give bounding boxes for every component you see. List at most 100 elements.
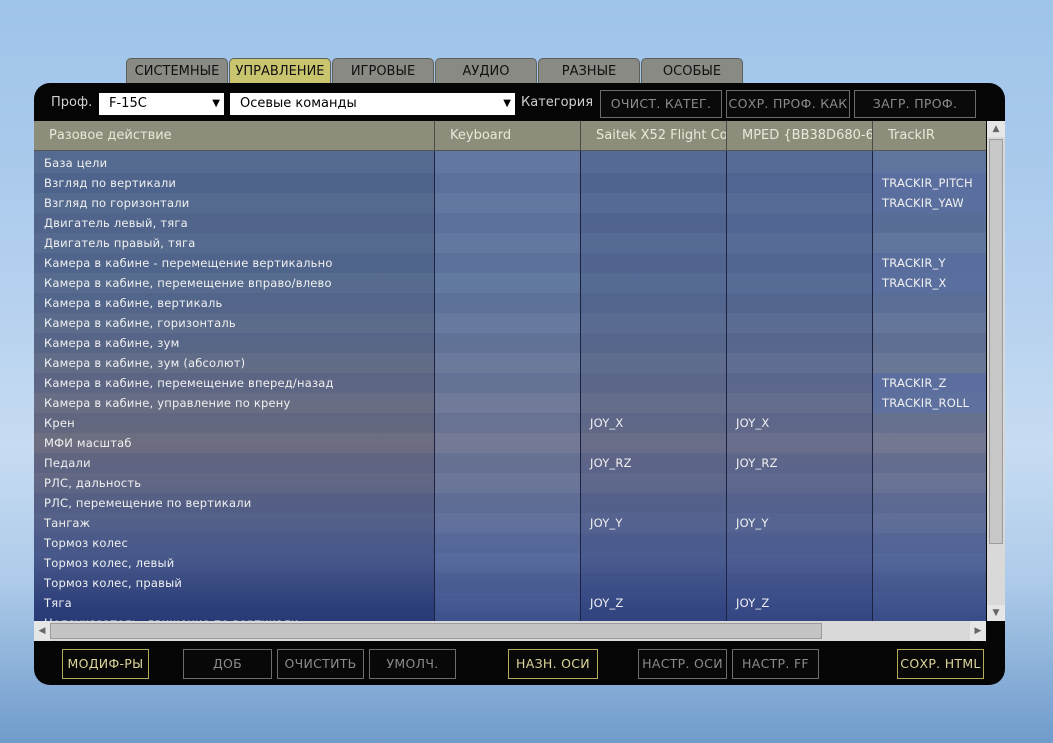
trackir-cell[interactable]: TRACKIR_X xyxy=(882,276,947,290)
trackir-cell[interactable]: TRACKIR_PITCH xyxy=(882,176,973,190)
table-row[interactable]: Тяга JOY_Z JOY_Z xyxy=(34,593,986,613)
table-row[interactable]: Камера в кабине, зум (абсолют) xyxy=(34,353,986,373)
tab-system[interactable]: СИСТЕМНЫЕ xyxy=(126,58,228,84)
tab-special[interactable]: ОСОБЫЕ xyxy=(641,58,743,84)
table-row[interactable]: Камера в кабине, перемещение вперед/наза… xyxy=(34,373,986,393)
action-cell[interactable]: Педали xyxy=(44,456,91,470)
column-header-saitek[interactable]: Saitek X52 Flight Co xyxy=(596,128,726,143)
table-row[interactable]: РЛС, перемещение по вертикали xyxy=(34,493,986,513)
ff-tune-button[interactable]: НАСТР. FF xyxy=(732,649,819,679)
table-row[interactable]: Тормоз колес, правый xyxy=(34,573,986,593)
action-cell[interactable]: Камера в кабине, вертикаль xyxy=(44,296,223,310)
vertical-scrollbar[interactable]: ▲ ▼ xyxy=(987,121,1005,621)
clear-button[interactable]: ОЧИСТИТЬ xyxy=(277,649,364,679)
saitek-cell[interactable]: JOY_Z xyxy=(590,596,623,610)
trackir-cell[interactable]: TRACKIR_Y xyxy=(882,256,946,270)
mped-cell[interactable]: JOY_Y xyxy=(736,516,769,530)
column-divider xyxy=(872,151,873,621)
category-select[interactable]: Осевые команды ▼ xyxy=(230,93,515,115)
mped-cell[interactable]: JOY_X xyxy=(736,416,769,430)
table-row[interactable]: Двигатель правый, тяга xyxy=(34,233,986,253)
action-cell[interactable]: Взгляд по вертикали xyxy=(44,176,176,190)
action-cell[interactable]: Тормоз колес xyxy=(44,536,128,550)
action-cell[interactable]: Взгляд по горизонтали xyxy=(44,196,189,210)
column-header-action[interactable]: Разовое действие xyxy=(49,128,429,143)
action-cell[interactable]: РЛС, перемещение по вертикали xyxy=(44,496,251,510)
action-cell[interactable]: База цели xyxy=(44,156,107,170)
action-cell[interactable]: Камера в кабине, перемещение вправо/влев… xyxy=(44,276,332,290)
action-cell[interactable]: Камера в кабине, зум xyxy=(44,336,179,350)
action-cell[interactable]: Крен xyxy=(44,416,75,430)
table-row[interactable]: Целеуказатель, движение по вертикали xyxy=(34,613,986,621)
action-cell[interactable]: МФИ масштаб xyxy=(44,436,132,450)
chevron-down-icon: ▼ xyxy=(212,98,220,109)
mped-cell[interactable]: JOY_RZ xyxy=(736,456,778,470)
horizontal-scrollbar[interactable]: ◀ ▶ xyxy=(34,621,986,641)
table-row[interactable]: Камера в кабине, горизонталь xyxy=(34,313,986,333)
table-row[interactable]: Двигатель левый, тяга xyxy=(34,213,986,233)
action-cell[interactable]: РЛС, дальность xyxy=(44,476,141,490)
table-row[interactable]: МФИ масштаб xyxy=(34,433,986,453)
action-cell[interactable]: Двигатель левый, тяга xyxy=(44,216,188,230)
table-row[interactable]: Тангаж JOY_Y JOY_Y xyxy=(34,513,986,533)
scroll-up-icon[interactable]: ▲ xyxy=(987,121,1005,137)
trackir-cell[interactable]: TRACKIR_YAW xyxy=(882,196,964,210)
tab-bar: СИСТЕМНЫЕ УПРАВЛЕНИЕ ИГРОВЫЕ АУДИО РАЗНЫ… xyxy=(126,58,743,84)
default-button[interactable]: УМОЛЧ. xyxy=(369,649,456,679)
tab-audio[interactable]: АУДИО xyxy=(435,58,537,84)
saitek-cell[interactable]: JOY_Y xyxy=(590,516,623,530)
table-row[interactable]: Взгляд по вертикали TRACKIR_PITCH xyxy=(34,173,986,193)
tab-gameplay[interactable]: ИГРОВЫЕ xyxy=(332,58,434,84)
saitek-cell[interactable]: JOY_X xyxy=(590,416,623,430)
trackir-cell[interactable]: TRACKIR_ROLL xyxy=(882,396,969,410)
table-row[interactable]: РЛС, дальность xyxy=(34,473,986,493)
toolbar: Проф. F-15C ▼ Осевые команды ▼ Категория… xyxy=(34,83,1005,121)
column-divider xyxy=(726,151,727,621)
action-cell[interactable]: Двигатель правый, тяга xyxy=(44,236,196,250)
action-cell[interactable]: Камера в кабине, управление по крену xyxy=(44,396,291,410)
table-row[interactable]: Камера в кабине, перемещение вправо/влев… xyxy=(34,273,986,293)
table-row[interactable]: База цели xyxy=(34,153,986,173)
action-cell[interactable]: Камера в кабине, перемещение вперед/наза… xyxy=(44,376,334,390)
modifiers-button[interactable]: МОДИФ-РЫ xyxy=(62,649,149,679)
axis-tune-button[interactable]: НАСТР. ОСИ xyxy=(638,649,727,679)
table-body: База цели Взгляд по вертикали TRACKIR_PITC… xyxy=(34,151,986,621)
table-row[interactable]: Педали JOY_RZ JOY_RZ xyxy=(34,453,986,473)
tab-controls[interactable]: УПРАВЛЕНИЕ xyxy=(229,58,331,84)
column-header-mped[interactable]: MPED {BB38D680-6 xyxy=(742,128,872,143)
vertical-scroll-thumb[interactable] xyxy=(989,139,1003,544)
scroll-right-icon[interactable]: ▶ xyxy=(970,621,986,641)
scroll-left-icon[interactable]: ◀ xyxy=(34,621,50,641)
horizontal-scroll-thumb[interactable] xyxy=(50,623,822,639)
load-profile-button[interactable]: ЗАГР. ПРОФ. xyxy=(854,90,976,118)
mped-cell[interactable]: JOY_Z xyxy=(736,596,769,610)
action-cell[interactable]: Тяга xyxy=(44,596,72,610)
action-cell[interactable]: Тормоз колес, правый xyxy=(44,576,182,590)
action-cell[interactable]: Камера в кабине - перемещение вертикальн… xyxy=(44,256,333,270)
trackir-cell[interactable]: TRACKIR_Z xyxy=(882,376,947,390)
add-button[interactable]: ДОБ xyxy=(183,649,272,679)
clear-category-button[interactable]: ОЧИСТ. КАТЕГ. xyxy=(600,90,722,118)
table-row[interactable]: Крен JOY_X JOY_X xyxy=(34,413,986,433)
tab-misc[interactable]: РАЗНЫЕ xyxy=(538,58,640,84)
scroll-down-icon[interactable]: ▼ xyxy=(987,605,1005,621)
save-html-button[interactable]: СОХР. HTML xyxy=(897,649,984,679)
save-profile-as-button[interactable]: СОХР. ПРОФ. КАК xyxy=(726,90,850,118)
assign-axis-button[interactable]: НАЗН. ОСИ xyxy=(508,649,598,679)
table-row[interactable]: Тормоз колес, левый xyxy=(34,553,986,573)
profile-label: Проф. xyxy=(51,95,93,110)
action-cell[interactable]: Тангаж xyxy=(44,516,90,530)
table-row[interactable]: Камера в кабине, зум xyxy=(34,333,986,353)
table-row[interactable]: Тормоз колес xyxy=(34,533,986,553)
action-cell[interactable]: Камера в кабине, горизонталь xyxy=(44,316,236,330)
profile-select[interactable]: F-15C ▼ xyxy=(99,93,224,115)
column-header-trackir[interactable]: TrackIR xyxy=(888,128,983,143)
column-header-keyboard[interactable]: Keyboard xyxy=(450,128,575,143)
action-cell[interactable]: Тормоз колес, левый xyxy=(44,556,174,570)
table-row[interactable]: Камера в кабине, управление по крену TRAC… xyxy=(34,393,986,413)
action-cell[interactable]: Камера в кабине, зум (абсолют) xyxy=(44,356,245,370)
table-row[interactable]: Камера в кабине - перемещение вертикальн… xyxy=(34,253,986,273)
table-row[interactable]: Камера в кабине, вертикаль xyxy=(34,293,986,313)
table-row[interactable]: Взгляд по горизонтали TRACKIR_YAW xyxy=(34,193,986,213)
saitek-cell[interactable]: JOY_RZ xyxy=(590,456,632,470)
